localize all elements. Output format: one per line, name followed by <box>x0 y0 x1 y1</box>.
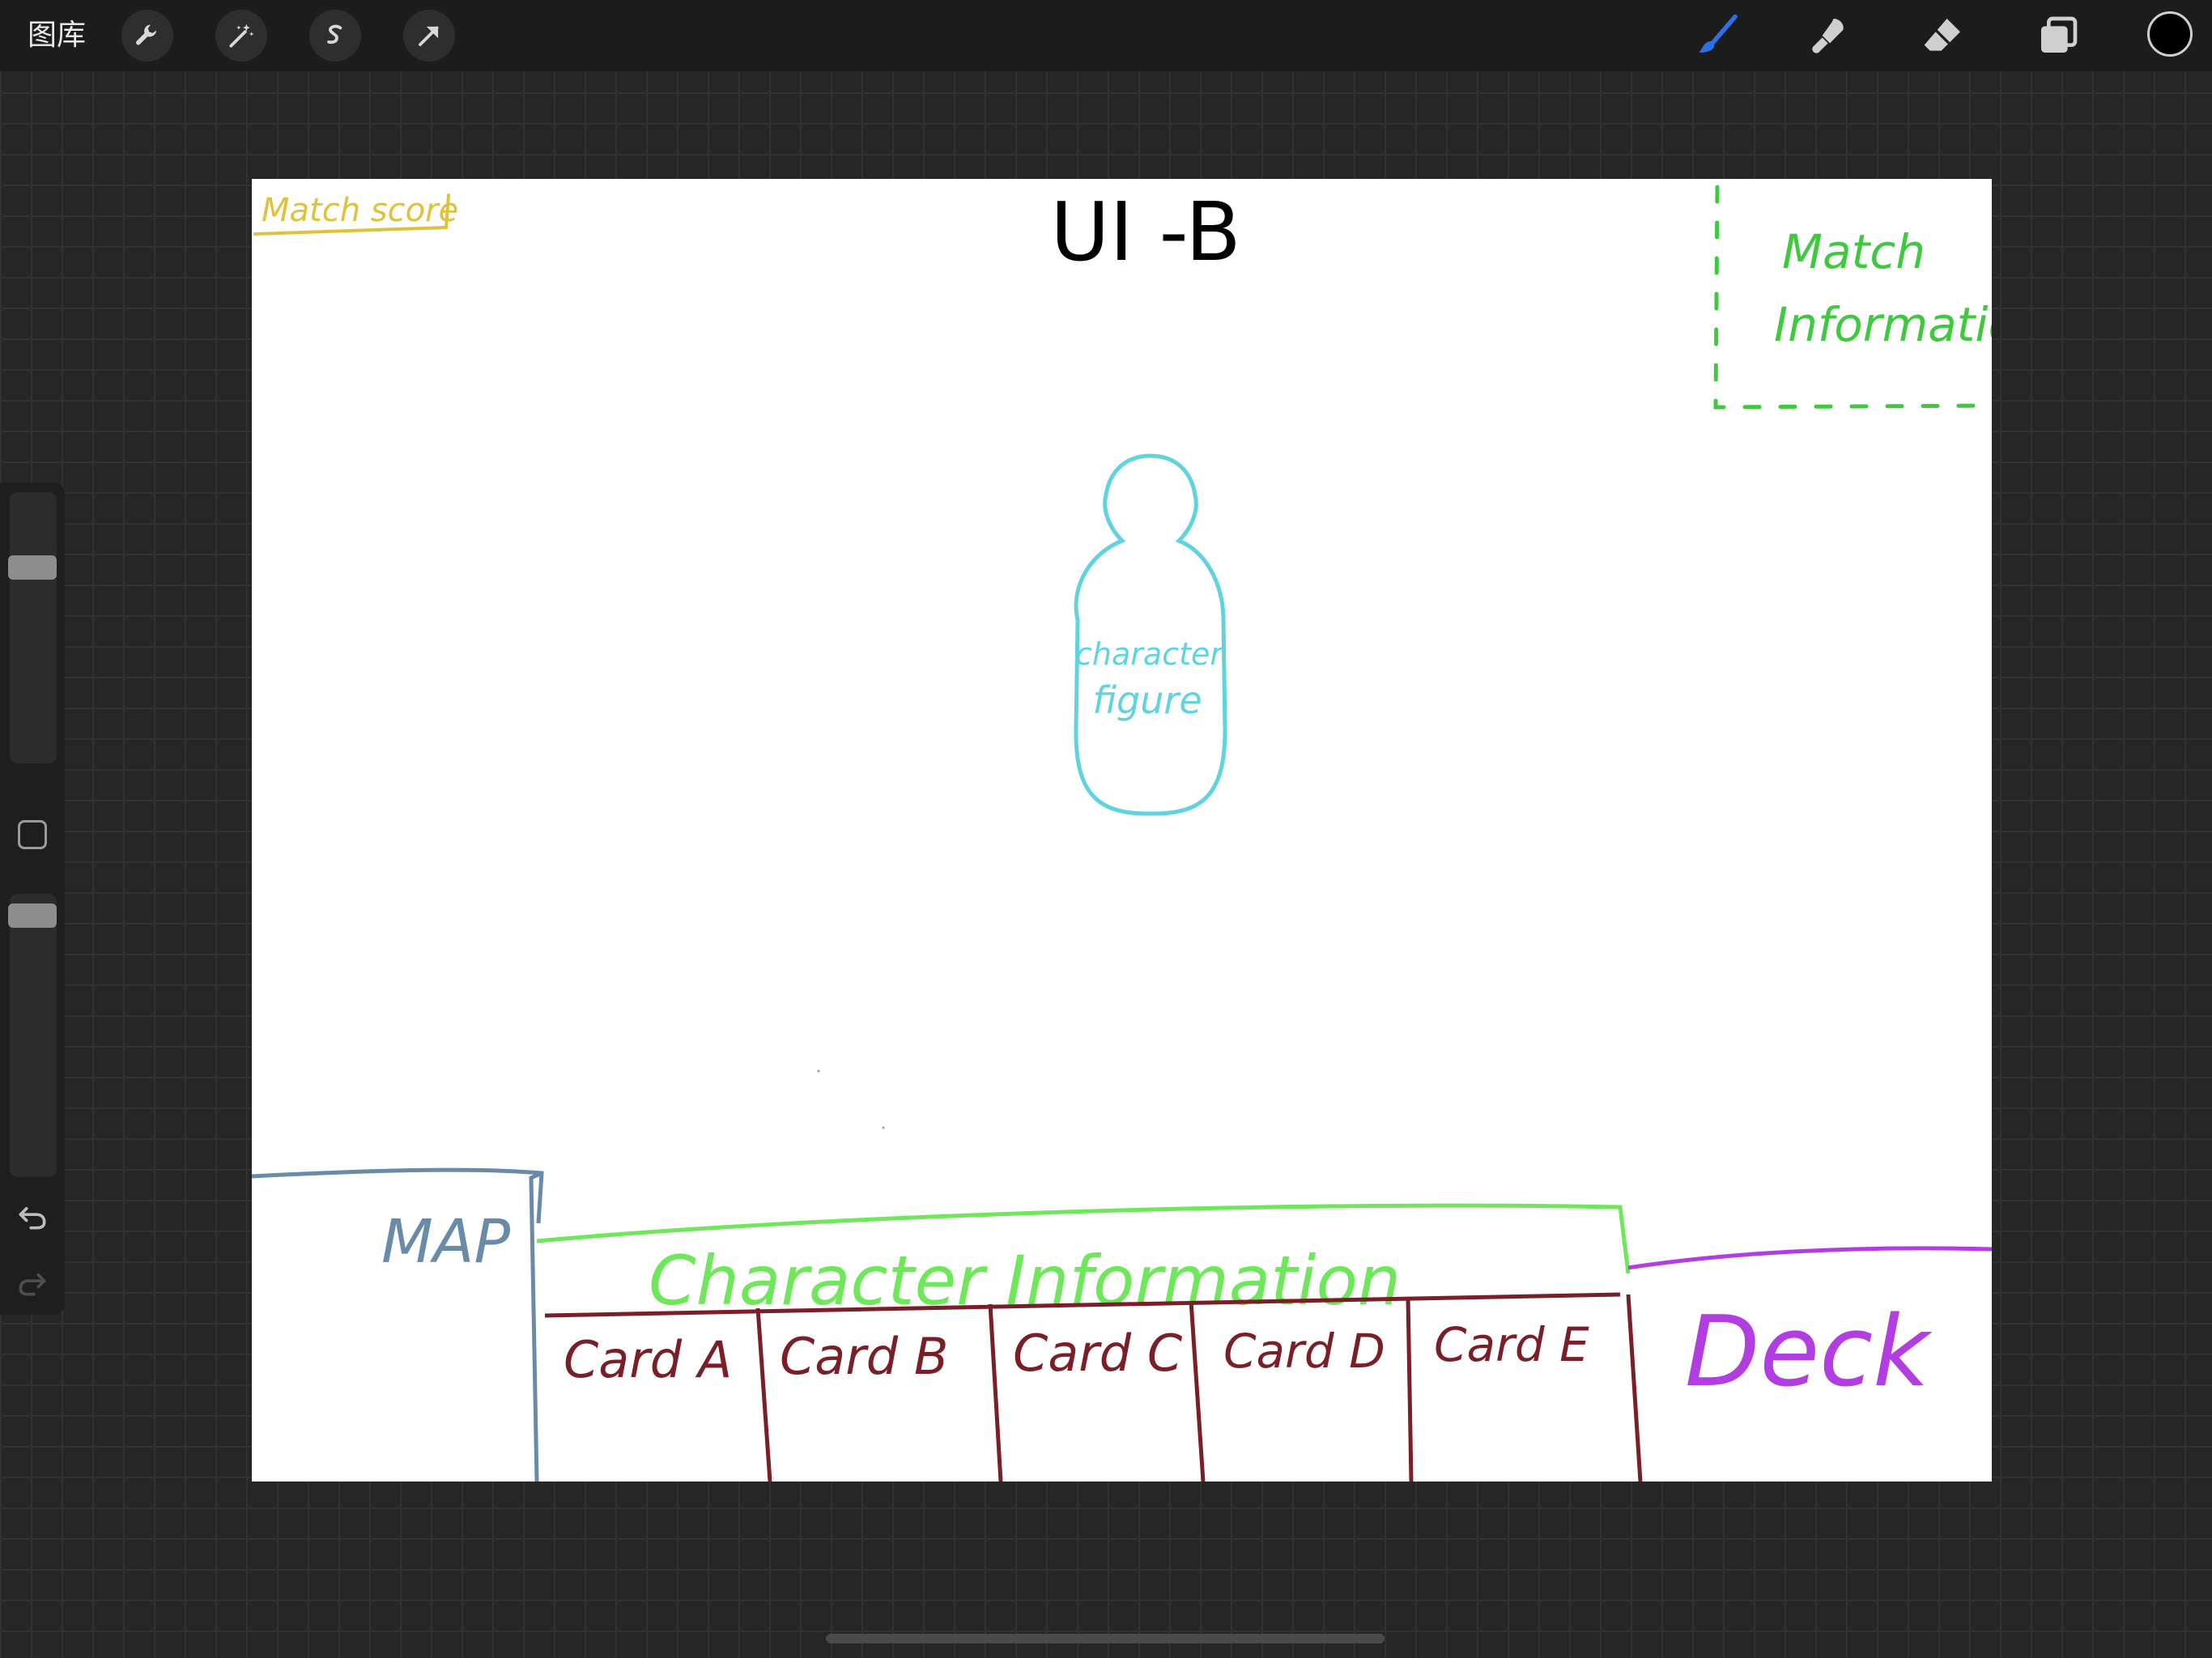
stray-dot <box>882 1126 885 1129</box>
left-sidebar <box>0 483 65 1315</box>
smudge-icon <box>1812 19 1844 53</box>
opacity-thumb[interactable] <box>8 903 57 928</box>
procreate-app: 图库 Match score UI -B Match Informati cha… <box>0 0 2212 1658</box>
top-toolbar: 图库 <box>0 0 2212 71</box>
match-information-line2: Information <box>1774 297 1992 352</box>
undo-icon[interactable] <box>15 1198 50 1234</box>
layers-icon <box>2041 16 2078 53</box>
eraser-tool[interactable] <box>1916 8 1971 63</box>
match-information-line1: Match <box>1782 224 1925 279</box>
smudge-tool[interactable] <box>1802 8 1857 63</box>
home-indicator[interactable] <box>826 1634 1385 1643</box>
card-a-label: Card A <box>564 1330 732 1389</box>
character-figure-line2: figure <box>1092 678 1202 722</box>
brush-tool[interactable] <box>1691 8 1746 63</box>
sketch-title: UI -B <box>1050 185 1241 279</box>
selection-icon <box>327 24 342 45</box>
card-b-label: Card B <box>780 1327 948 1386</box>
card-divider <box>1626 1294 1643 1482</box>
modify-button[interactable] <box>18 820 47 849</box>
character-figure-outline <box>1074 453 1227 816</box>
deck-box <box>1627 1246 1992 1270</box>
character-figure-line1: character <box>1075 636 1224 672</box>
magic-wand-icon <box>229 23 254 48</box>
stray-dot <box>817 1069 820 1073</box>
color-picker-swatch[interactable] <box>2147 11 2193 57</box>
adjustments-button[interactable] <box>215 10 267 62</box>
card-divider <box>1189 1300 1206 1482</box>
wrench-icon <box>136 24 156 45</box>
actions-button[interactable] <box>121 10 173 62</box>
drawing-canvas[interactable]: Match score UI -B Match Information char… <box>252 179 1992 1482</box>
opacity-slider[interactable] <box>10 894 57 1177</box>
card-divider <box>988 1303 1003 1482</box>
brush-icon <box>1699 14 1738 53</box>
character-information-label: Character Information <box>649 1241 1401 1320</box>
card-divider <box>1406 1297 1414 1482</box>
transform-arrow-icon <box>419 26 439 46</box>
card-divider <box>755 1307 772 1482</box>
brush-size-thumb[interactable] <box>8 555 57 580</box>
deck-label: Deck <box>1685 1296 1933 1409</box>
gallery-button[interactable]: 图库 <box>28 18 86 53</box>
layers-tool[interactable] <box>2031 8 2086 63</box>
eraser-icon <box>1924 19 1960 51</box>
map-label: MAP <box>381 1207 510 1277</box>
card-e-label: Card E <box>1434 1317 1589 1372</box>
brush-size-slider[interactable] <box>10 492 57 763</box>
card-c-label: Card C <box>1013 1324 1183 1383</box>
card-d-label: Card D <box>1223 1324 1385 1379</box>
sketch-layer: Match score UI -B Match Information char… <box>252 185 1992 1482</box>
match-score-label: Match score <box>262 192 458 229</box>
transform-button[interactable] <box>403 10 455 62</box>
redo-icon[interactable] <box>15 1265 50 1300</box>
selection-button[interactable] <box>309 10 361 62</box>
